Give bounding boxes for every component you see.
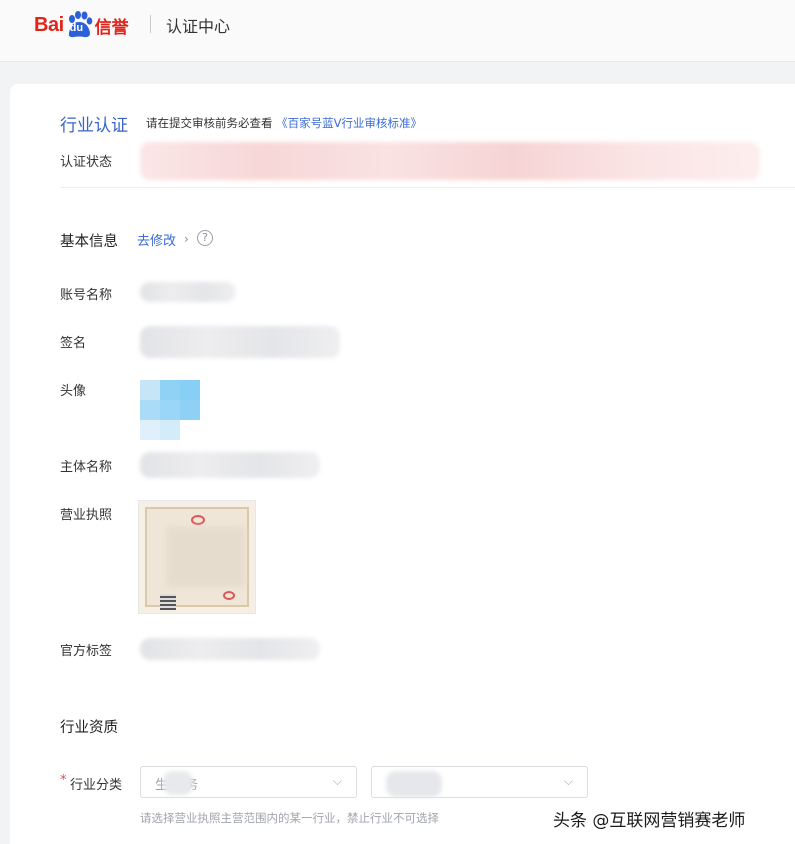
entity-name-value-redacted	[140, 452, 320, 478]
official-tag-value-redacted	[140, 638, 320, 660]
section-divider	[60, 187, 795, 188]
chevron-down-icon: ⌵	[332, 774, 342, 788]
review-standard-link[interactable]: 《百家号蓝V行业审核标准》	[276, 116, 422, 130]
account-name-label: 账号名称	[60, 288, 113, 303]
industry-cert-title: 行业认证	[60, 116, 128, 136]
license-qr-code	[160, 594, 176, 610]
logo-text-xinyu: 信誉	[94, 17, 129, 38]
main-card	[10, 84, 795, 844]
avatar	[140, 380, 200, 440]
edit-basic-info-link[interactable]: 去修改	[137, 230, 176, 249]
industry-category-select-secondary[interactable]: ⌵	[371, 766, 588, 798]
cert-status-label: 认证状态	[60, 155, 113, 170]
chevron-right-icon: ›	[184, 232, 189, 246]
license-content-redacted	[167, 527, 245, 587]
business-license-image[interactable]	[138, 500, 256, 614]
industry-category-select-primary[interactable]: 生 服务 ⌵	[140, 766, 357, 798]
official-tag-label: 官方标签	[60, 644, 113, 659]
header-divider	[150, 15, 151, 33]
license-frame	[145, 507, 249, 610]
watermark: 头条 @互联网营销赛老师	[553, 811, 746, 831]
logo-text-du: du	[69, 22, 84, 34]
baidu-xinyu-logo[interactable]: Bai du 信誉	[34, 9, 129, 41]
business-license-label: 营业执照	[60, 508, 113, 523]
basic-info-title: 基本信息	[60, 234, 118, 250]
license-stamp	[223, 591, 235, 600]
secondary-select-value-redacted	[386, 771, 442, 797]
baidu-paw-icon: du	[65, 11, 93, 39]
industry-category-hint: 请选择营业执照主营范围内的某一行业，禁止行业不可选择	[140, 811, 439, 825]
signature-label: 签名	[60, 336, 87, 351]
avatar-label: 头像	[60, 384, 87, 399]
top-bar: Bai du 信誉 认证中心	[0, 0, 795, 62]
cert-tip: 请在提交审核前务必查看 《百家号蓝V行业审核标准》	[146, 115, 422, 131]
cert-tip-text: 请在提交审核前务必查看	[146, 116, 273, 130]
page-title: 认证中心	[166, 17, 231, 36]
primary-select-value-redacted	[163, 771, 193, 795]
cert-status-value-redacted	[140, 142, 760, 180]
required-mark: *	[60, 773, 67, 788]
signature-value-redacted	[140, 326, 340, 358]
industry-qualification-title: 行业资质	[60, 720, 118, 736]
logo-text-bai: Bai	[34, 13, 64, 36]
chevron-down-icon: ⌵	[563, 774, 573, 788]
account-name-value-redacted	[140, 282, 236, 302]
industry-category-label: 行业分类	[70, 778, 123, 793]
help-icon[interactable]: ?	[197, 230, 213, 246]
license-emblem	[191, 515, 205, 525]
entity-name-label: 主体名称	[60, 460, 113, 475]
